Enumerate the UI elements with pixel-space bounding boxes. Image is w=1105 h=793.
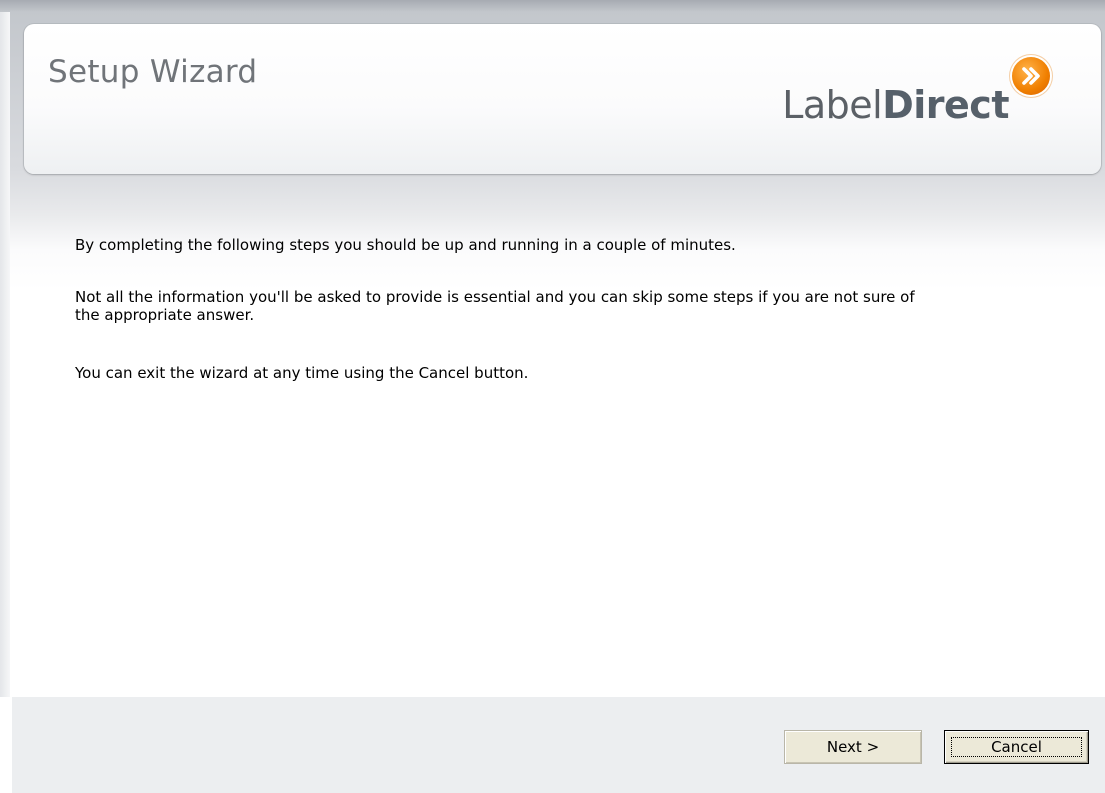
intro-paragraph: By completing the following steps you sh… <box>75 236 736 254</box>
next-button-label: Next > <box>826 738 880 756</box>
exit-paragraph: You can exit the wizard at any time usin… <box>75 364 529 382</box>
cancel-button-label: Cancel <box>991 738 1042 756</box>
wizard-footer <box>12 697 1105 793</box>
double-chevron-right-icon <box>1012 57 1050 95</box>
double-chevron-right-icon-glyph <box>1022 67 1040 85</box>
wizard-title: Setup Wizard <box>48 54 258 90</box>
window-left-edge <box>0 12 10 697</box>
cancel-button[interactable]: Cancel <box>944 730 1089 764</box>
info-paragraph: Not all the information you'll be asked … <box>75 288 915 324</box>
brand-direct-text: Direct <box>882 83 1009 127</box>
brand-label-text: Label <box>782 83 883 127</box>
wizard-window: Setup Wizard LabelDirect By completing t… <box>0 0 1105 793</box>
brand-logo-text: LabelDirect <box>782 86 1009 124</box>
next-button[interactable]: Next > <box>784 730 922 764</box>
